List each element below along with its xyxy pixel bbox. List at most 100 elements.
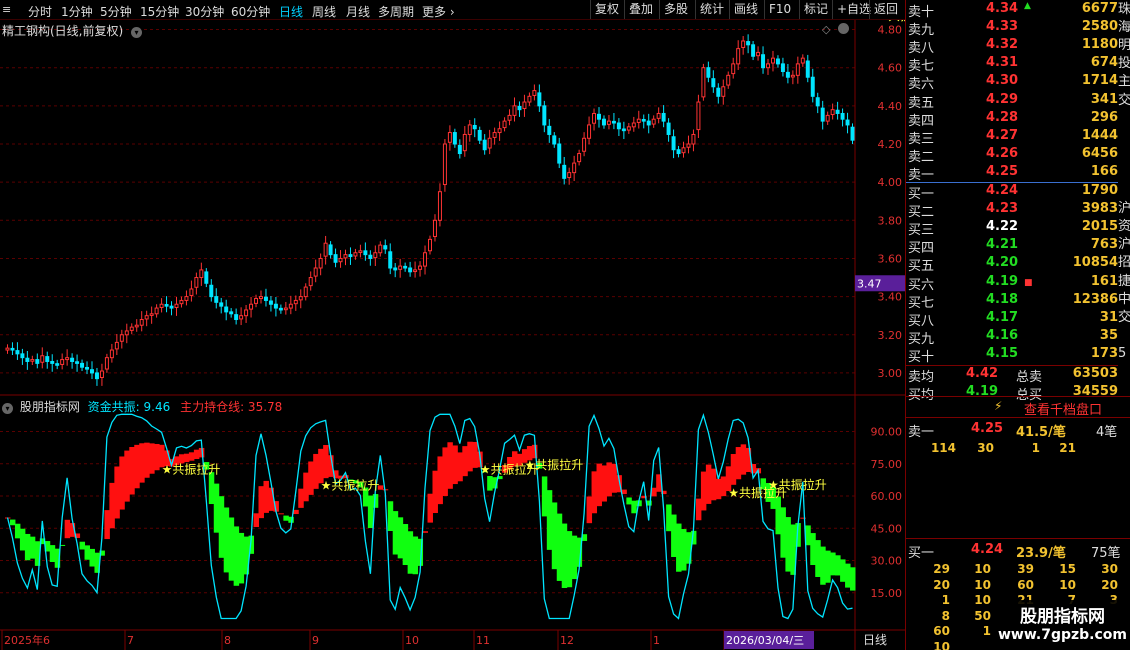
candle-body[interactable] [731, 63, 736, 75]
candle-body[interactable] [219, 302, 224, 307]
candle-body[interactable] [666, 122, 671, 135]
candle-body[interactable] [601, 118, 606, 126]
bid-row[interactable]: 买七 4.18 12386 [906, 292, 1118, 311]
candle-body[interactable] [631, 122, 636, 128]
candle-body[interactable] [283, 307, 288, 311]
candle-body[interactable] [308, 277, 313, 287]
candle-body[interactable] [557, 143, 562, 164]
candle-body[interactable] [378, 244, 383, 254]
candle-body[interactable] [94, 372, 99, 380]
candle-body[interactable] [159, 303, 164, 308]
ask-row[interactable]: 卖五 4.29 341 [906, 92, 1118, 111]
candle-body[interactable] [298, 296, 303, 301]
toolbar-button-0[interactable]: 复权 [590, 0, 623, 19]
candle-body[interactable] [368, 254, 373, 259]
candle-body[interactable] [204, 271, 209, 284]
candle-body[interactable] [363, 250, 368, 256]
candle-body[interactable] [353, 252, 358, 257]
ask-price[interactable]: 4.34 [986, 1, 1018, 16]
bid-price[interactable]: 4.18 [986, 292, 1018, 307]
period-tab-9[interactable]: 多周期 [378, 3, 414, 20]
candle-body[interactable] [25, 357, 30, 362]
candle-body[interactable] [537, 92, 542, 107]
ask-price[interactable]: 4.33 [986, 19, 1018, 34]
toolbar-button-6[interactable]: 标记 [799, 0, 832, 19]
candle-body[interactable] [830, 109, 835, 116]
candle-body[interactable] [646, 120, 651, 126]
bid-price[interactable]: 4.15 [986, 346, 1018, 361]
period-tab-3[interactable]: 15分钟 [140, 3, 179, 20]
candle-body[interactable] [398, 265, 403, 270]
candle-body[interactable] [249, 303, 254, 310]
candle-body[interactable] [179, 299, 184, 305]
candle-body[interactable] [20, 353, 25, 359]
candle-body[interactable] [621, 128, 626, 132]
candle-body[interactable] [681, 147, 686, 154]
candle-body[interactable] [323, 242, 328, 257]
candle-body[interactable] [318, 257, 323, 269]
candle-body[interactable] [636, 118, 641, 123]
candle-body[interactable] [229, 311, 234, 315]
candle-body[interactable] [268, 300, 273, 305]
candle-body[interactable] [547, 125, 552, 135]
candle-body[interactable] [721, 86, 726, 97]
candle-body[interactable] [785, 71, 790, 78]
candle-body[interactable] [562, 164, 567, 179]
candle-body[interactable] [373, 252, 378, 259]
candle-body[interactable] [790, 74, 795, 78]
candle-body[interactable] [134, 324, 139, 328]
candle-body[interactable] [139, 319, 144, 326]
ask-price[interactable]: 4.30 [986, 73, 1018, 88]
candle-body[interactable] [109, 349, 114, 359]
period-tab-7[interactable]: 周线 [312, 3, 336, 20]
candle-body[interactable] [70, 357, 75, 362]
bid-row[interactable]: 买四 4.21 763 [906, 237, 1118, 256]
period-tab-1[interactable]: 1分钟 [61, 3, 93, 20]
candle-body[interactable] [691, 133, 696, 145]
candle-body[interactable] [164, 304, 169, 307]
bid-row[interactable]: 买五 4.20 10854 [906, 255, 1118, 274]
settings-dot-icon[interactable] [838, 23, 849, 34]
candle-body[interactable] [343, 254, 348, 259]
candle-body[interactable] [810, 76, 815, 97]
candle-body[interactable] [467, 124, 472, 135]
candle-body[interactable] [517, 105, 522, 111]
candle-body[interactable] [835, 109, 840, 114]
candle-body[interactable] [55, 363, 60, 366]
bid-row[interactable]: 买一 4.24 1790 [906, 183, 1118, 202]
candle-body[interactable] [736, 48, 741, 65]
candle-body[interactable] [60, 359, 65, 365]
candle-body[interactable] [15, 350, 20, 355]
period-tab-6[interactable]: 日线 [279, 3, 303, 20]
ask-price[interactable]: 4.29 [986, 92, 1018, 107]
ask-row[interactable]: 卖八 4.32 1180 [906, 37, 1118, 56]
candle-body[interactable] [522, 101, 527, 110]
candle-body[interactable] [597, 113, 601, 120]
bid-price[interactable]: 4.20 [986, 255, 1018, 270]
candle-body[interactable] [766, 63, 771, 69]
candle-body[interactable] [492, 132, 497, 138]
candle-body[interactable] [820, 107, 825, 122]
candle-body[interactable] [144, 315, 149, 320]
candle-body[interactable] [482, 139, 487, 151]
candle-body[interactable] [383, 245, 388, 250]
candle-body[interactable] [462, 133, 467, 152]
candle-body[interactable] [795, 63, 800, 76]
candle-body[interactable] [552, 135, 557, 145]
candle-body[interactable] [418, 265, 423, 270]
candle-body[interactable] [393, 267, 398, 271]
candle-body[interactable] [611, 120, 616, 124]
bid-row[interactable]: 买十 4.15 173 [906, 346, 1118, 365]
ask-price[interactable]: 4.26 [986, 146, 1018, 161]
candle-body[interactable] [423, 252, 428, 267]
toolbar-button-8[interactable]: 返回 [869, 0, 902, 19]
candle-body[interactable] [512, 105, 517, 116]
candle-body[interactable] [403, 265, 408, 269]
candle-body[interactable] [99, 370, 104, 379]
ask-row[interactable]: 卖七 4.31 674 [906, 55, 1118, 74]
candle-body[interactable] [850, 126, 855, 141]
candle-body[interactable] [572, 162, 577, 174]
candle-body[interactable] [303, 286, 308, 298]
candle-body[interactable] [626, 126, 631, 131]
candle-body[interactable] [199, 269, 204, 279]
